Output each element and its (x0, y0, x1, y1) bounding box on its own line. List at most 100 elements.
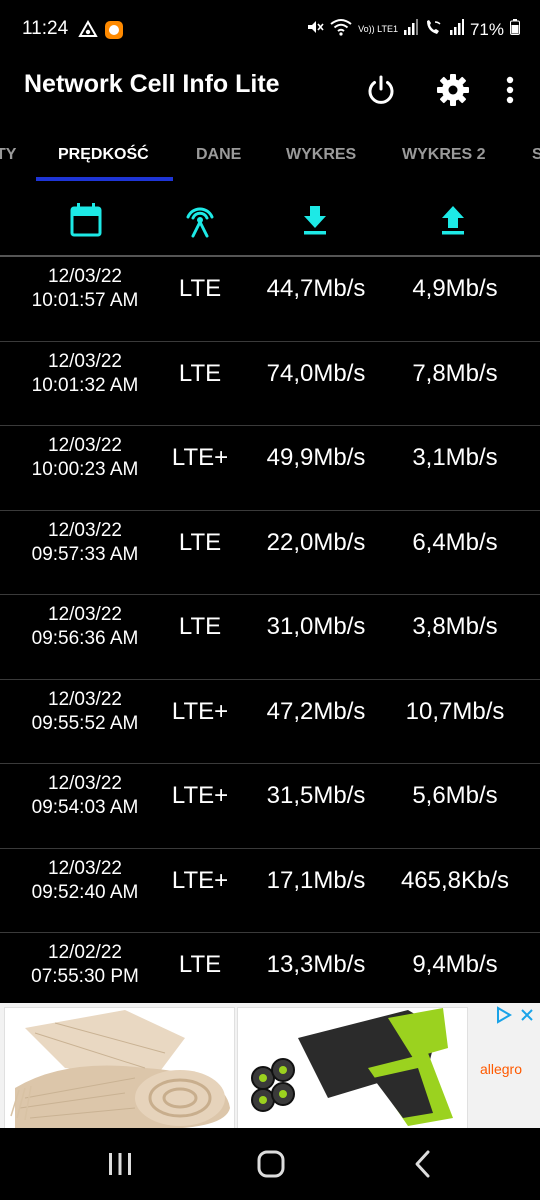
download-speed-cell: 31,0Mb/s (266, 613, 366, 640)
download-speed-cell: 31,5Mb/s (266, 782, 366, 809)
table-row[interactable]: 12/03/22 09:56:36 AM LTE 31,0Mb/s 3,8Mb/s (0, 595, 540, 680)
more-options-button[interactable] (500, 68, 520, 112)
back-icon (415, 1150, 430, 1178)
network-type-cell: LTE (178, 275, 222, 302)
tab-ty[interactable]: TY (0, 146, 16, 164)
network-type-cell: LTE (178, 359, 222, 387)
upload-speed-cell: 3,1Mb/s (412, 444, 498, 471)
date-cell: 12/03/22 09:54:03 AM (0, 772, 170, 820)
upload-speed-cell: 4,9Mb/s (412, 275, 498, 302)
date-text: 12/03/22 (48, 857, 122, 879)
download-speed-cell: 22,0Mb/s (266, 528, 366, 556)
tab-predkosc[interactable]: PRĘDKOŚĆ (58, 146, 149, 164)
more-vert-icon (506, 76, 514, 104)
table-row[interactable]: 12/03/22 09:55:52 AM LTE+ 47,2Mb/s 10,7Mb… (0, 680, 540, 764)
ad-choices[interactable] (496, 1006, 534, 1024)
tab-wykres-2[interactable]: WYKRES 2 (402, 146, 486, 164)
date-text: 12/03/22 (48, 350, 122, 372)
tab-s[interactable]: S (532, 146, 540, 164)
table-row[interactable]: 12/03/22 09:57:33 AM LTE 22,0Mb/s 6,4Mb/s (0, 511, 540, 595)
network-type-cell: LTE+ (171, 697, 229, 725)
tab-dane[interactable]: DANE (196, 146, 241, 164)
upload-icon (442, 206, 464, 235)
time-text: 09:56:36 AM (31, 628, 139, 649)
ad-product-screwdriver[interactable] (237, 1007, 468, 1130)
download-column-header[interactable] (286, 195, 344, 245)
wifi-icon (330, 18, 352, 41)
upload-speed-cell: 7,8Mb/s (412, 359, 498, 387)
app-actions (334, 68, 520, 112)
ad-banner[interactable]: allegro (0, 1003, 540, 1130)
settings-button[interactable] (428, 68, 478, 112)
wifi-calling-icon (424, 18, 444, 41)
date-text: 12/02/22 (48, 942, 122, 963)
status-right-icons: Vo)) LTE1 71% (306, 18, 520, 41)
back-button[interactable] (398, 1146, 448, 1182)
status-left-icons (78, 19, 124, 45)
power-button[interactable] (356, 68, 406, 112)
table-row[interactable]: 12/03/22 10:01:32 AM LTE 74,0Mb/s 7,8Mb/s (0, 342, 540, 426)
ad-brand-logo[interactable]: allegro (480, 1061, 522, 1077)
signal-sim2-icon (449, 19, 464, 40)
date-column-header[interactable] (57, 195, 115, 245)
table-row[interactable]: 12/03/22 09:52:40 AM LTE+ 17,1Mb/s 465,8K… (0, 849, 540, 933)
status-bar: 11:24 Vo)) LTE1 71% (0, 0, 540, 60)
download-speed-cell: 47,2Mb/s (266, 697, 366, 725)
battery-percent: 71% (469, 19, 504, 39)
date-cell: 12/03/22 09:56:36 AM (0, 603, 170, 651)
time-text: 09:57:33 AM (31, 543, 139, 565)
upload-speed-cell: 10,7Mb/s (405, 697, 505, 725)
download-icon (304, 206, 326, 235)
power-icon (368, 75, 394, 104)
tab-wykres[interactable]: WYKRES (286, 146, 356, 164)
close-icon[interactable] (520, 1008, 534, 1022)
network-type-cell: LTE+ (171, 782, 229, 809)
gear-icon (437, 74, 469, 106)
table-row[interactable]: 12/03/22 10:01:57 AM LTE 44,7Mb/s 4,9Mb/s (0, 257, 540, 342)
recent-apps-button[interactable] (95, 1146, 145, 1182)
speed-test-table: 12/03/22 10:01:57 AM LTE 44,7Mb/s 4,9Mb/s… (0, 257, 540, 1018)
home-button[interactable] (246, 1146, 296, 1182)
time-text: 10:00:23 AM (31, 459, 139, 480)
calendar-icon (70, 203, 102, 237)
battery-icon (510, 19, 520, 40)
tab-indicator (36, 177, 173, 181)
date-cell: 12/03/22 10:00:23 AM (0, 434, 170, 482)
network-column-header[interactable] (171, 195, 229, 245)
mute-icon (306, 18, 324, 41)
column-header-row (0, 195, 540, 253)
table-row[interactable]: 12/03/22 10:00:23 AM LTE+ 49,9Mb/s 3,1Mb/… (0, 426, 540, 511)
app-title: Network Cell Info Lite (24, 70, 280, 98)
upload-speed-cell: 6,4Mb/s (412, 528, 498, 556)
volte-indicator: Vo)) LTE1 (358, 24, 398, 34)
table-row[interactable]: 12/03/22 09:54:03 AM LTE+ 31,5Mb/s 5,6Mb/… (0, 764, 540, 849)
download-speed-cell: 44,7Mb/s (266, 275, 366, 302)
date-text: 12/03/22 (48, 604, 122, 625)
app-notification-icon (104, 20, 124, 45)
navigation-notification-icon (78, 19, 98, 45)
date-text: 12/03/22 (48, 266, 122, 287)
time-text: 09:52:40 AM (31, 881, 139, 903)
network-type-cell: LTE+ (171, 444, 229, 471)
date-text: 12/03/22 (48, 773, 122, 794)
date-text: 12/03/22 (48, 435, 122, 456)
date-cell: 12/03/22 10:01:32 AM (0, 350, 170, 398)
app-bar: Network Cell Info Lite (0, 60, 540, 120)
adchoices-icon (497, 1006, 512, 1024)
upload-column-header[interactable] (424, 195, 482, 245)
date-cell: 12/03/22 09:57:33 AM (0, 519, 170, 567)
antenna-icon (186, 207, 214, 238)
blanket-product-image (5, 1008, 234, 1129)
network-type-cell: LTE+ (171, 866, 229, 894)
upload-speed-cell: 465,8Kb/s (400, 866, 510, 894)
time-text: 09:55:52 AM (31, 712, 139, 734)
date-text: 12/03/22 (48, 688, 122, 710)
screwdriver-product-image (238, 1008, 467, 1129)
tab-bar: TY PRĘDKOŚĆ DANE WYKRES WYKRES 2 S (0, 130, 540, 184)
ad-product-blanket[interactable] (4, 1007, 235, 1130)
status-time: 11:24 (22, 18, 69, 39)
date-cell: 12/03/22 10:01:57 AM (0, 265, 170, 313)
download-speed-cell: 74,0Mb/s (266, 359, 366, 387)
time-text: 09:54:03 AM (31, 797, 139, 818)
date-text: 12/03/22 (48, 519, 122, 541)
